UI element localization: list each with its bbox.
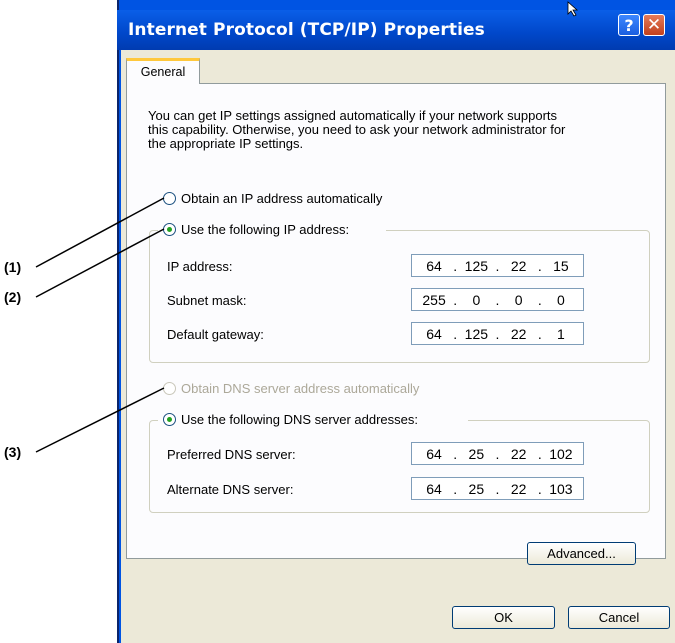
description-line-1: You can get IP settings assigned automat…	[148, 108, 558, 123]
preferred-dns-label: Preferred DNS server:	[167, 447, 296, 462]
advanced-button[interactable]: Advanced...	[527, 542, 636, 565]
ok-button[interactable]: OK	[452, 606, 555, 629]
tab-general[interactable]: General	[126, 58, 200, 84]
obtain-ip-auto-label[interactable]: Obtain an IP address automatically	[181, 191, 382, 206]
callout-label-2: (2)	[4, 289, 22, 305]
default-gateway-field[interactable]: 64. 125. 22. 1	[411, 322, 584, 345]
close-button[interactable]: ✕	[643, 14, 665, 36]
description-line-3: the appropriate IP settings.	[148, 136, 304, 151]
ip-address-label: IP address:	[167, 259, 233, 274]
use-following-ip-label[interactable]: Use the following IP address:	[181, 222, 349, 237]
subnet-mask-field[interactable]: 255. 0. 0. 0	[411, 288, 584, 311]
help-button[interactable]: ?	[618, 14, 640, 36]
ip-address-field[interactable]: 64. 125. 22. 15	[411, 254, 584, 277]
use-following-ip-radio[interactable]	[163, 223, 176, 236]
subnet-mask-label: Subnet mask:	[167, 293, 247, 308]
description-line-2: this capability. Otherwise, you need to …	[148, 122, 566, 137]
cancel-button[interactable]: Cancel	[568, 606, 670, 629]
preferred-dns-field[interactable]: 64. 25. 22. 102	[411, 442, 584, 465]
obtain-dns-auto-radio[interactable]	[163, 382, 176, 395]
obtain-ip-auto-radio[interactable]	[163, 192, 176, 205]
use-following-dns-radio[interactable]	[163, 413, 176, 426]
alternate-dns-label: Alternate DNS server:	[167, 482, 294, 497]
window-title: Internet Protocol (TCP/IP) Properties	[128, 20, 485, 40]
close-icon: ✕	[646, 15, 662, 35]
default-gateway-label: Default gateway:	[167, 327, 264, 342]
use-following-dns-label[interactable]: Use the following DNS server addresses:	[181, 412, 418, 427]
alternate-dns-field[interactable]: 64. 25. 22. 103	[411, 477, 584, 500]
callout-label-3: (3)	[4, 444, 22, 460]
callout-label-1: (1)	[4, 259, 22, 275]
obtain-dns-auto-label[interactable]: Obtain DNS server address automatically	[181, 381, 419, 396]
